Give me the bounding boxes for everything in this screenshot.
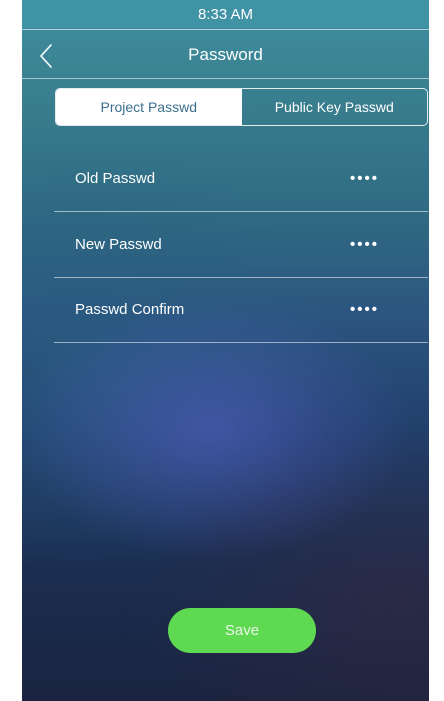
status-time: 8:33 AM <box>197 6 254 23</box>
old-passwd-label: Old Passwd <box>75 170 156 187</box>
page-title: Password <box>188 45 263 64</box>
save-label: Save <box>224 622 260 639</box>
frame-edge <box>429 0 444 701</box>
passwd-confirm-input[interactable]: •••• <box>350 277 379 343</box>
device-screen: 8:33 AM Password Project Passwd Public K… <box>22 0 429 701</box>
new-passwd-field[interactable]: New Passwd •••• <box>54 212 428 278</box>
old-passwd-input[interactable]: •••• <box>350 146 379 212</box>
old-passwd-field[interactable]: Old Passwd •••• <box>54 146 428 212</box>
passwd-confirm-label: Passwd Confirm <box>75 301 185 318</box>
passwd-confirm-field[interactable]: Passwd Confirm •••• <box>54 277 428 343</box>
save-button[interactable]: Save <box>168 608 316 653</box>
header-divider <box>22 78 429 79</box>
status-divider <box>22 29 429 30</box>
field-divider <box>54 342 428 343</box>
new-passwd-label: New Passwd <box>75 236 162 253</box>
tab-project-passwd[interactable]: Project Passwd <box>56 89 242 125</box>
tab-public-key-passwd[interactable]: Public Key Passwd <box>242 89 428 125</box>
status-bar: 8:33 AM <box>22 0 429 28</box>
password-type-tabs: Project Passwd Public Key Passwd <box>55 88 428 126</box>
new-passwd-input[interactable]: •••• <box>350 212 379 278</box>
